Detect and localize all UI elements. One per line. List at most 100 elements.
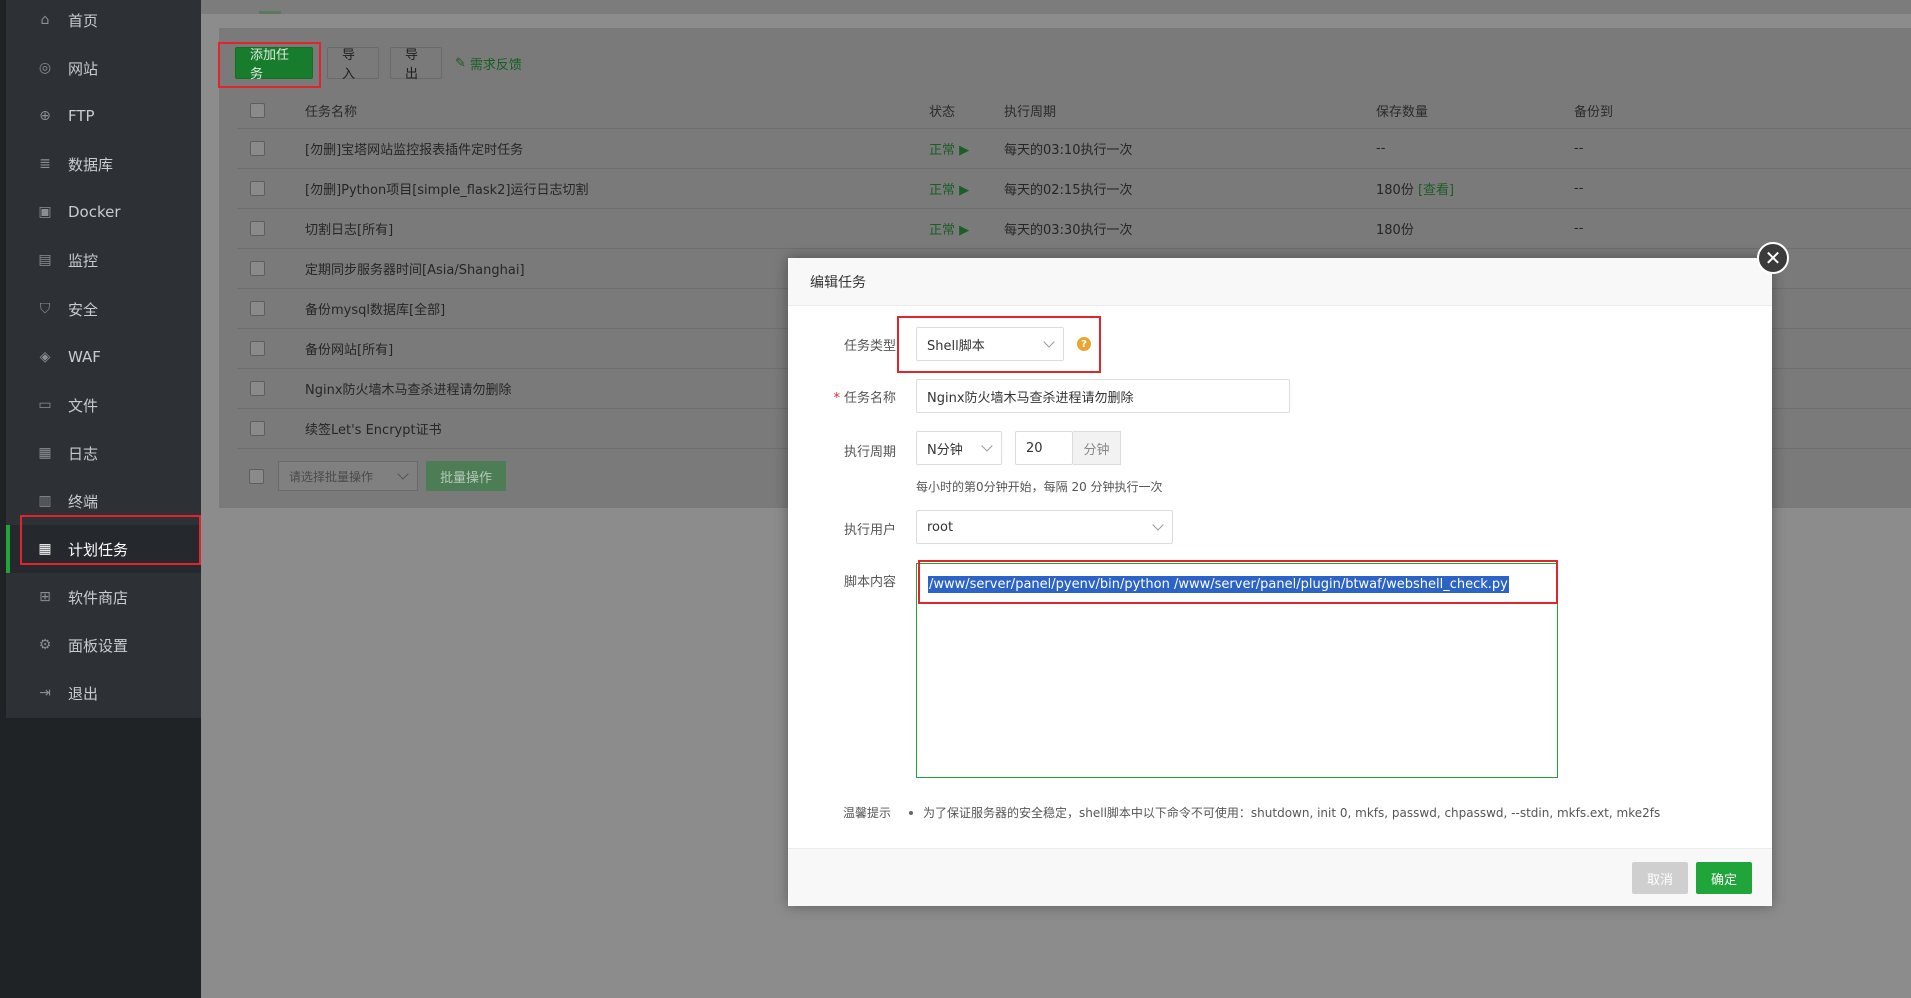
- header-backup: 备份到: [1574, 105, 1614, 120]
- tips: 温馨提示 为了保证服务器的安全稳定，shell脚本中以下命令不可使用：shutd…: [843, 804, 1660, 821]
- header-status: 状态: [929, 105, 956, 120]
- task-name: 切割日志[所有]: [305, 223, 394, 238]
- help-icon[interactable]: ?: [1077, 337, 1091, 351]
- row-checkbox[interactable]: [250, 221, 265, 236]
- docker-icon: ▣: [38, 204, 52, 220]
- sidebar-item-database[interactable]: ≣ 数据库: [6, 140, 201, 188]
- batch-operation-select[interactable]: 请选择批量操作: [278, 461, 418, 491]
- task-type-value: Shell脚本: [927, 338, 985, 354]
- globe-icon: ◎: [38, 60, 52, 76]
- task-type-select[interactable]: Shell脚本: [916, 327, 1064, 361]
- import-button[interactable]: 导入: [327, 47, 379, 82]
- chevron-down-icon: [1043, 336, 1055, 348]
- batch-select-all-checkbox[interactable]: [249, 468, 264, 484]
- script-textarea[interactable]: [916, 563, 1558, 778]
- chevron-down-icon: [1152, 519, 1164, 531]
- select-all-checkbox[interactable]: [250, 103, 265, 118]
- sidebar-item-ftp[interactable]: ⊕ FTP: [6, 92, 201, 140]
- sidebar-item-settings[interactable]: ⚙ 面板设置: [6, 621, 201, 669]
- row-checkbox[interactable]: [250, 141, 265, 156]
- feedback-link[interactable]: ✎ 需求反馈: [455, 54, 522, 73]
- sidebar-item-label: 退出: [68, 684, 99, 703]
- cancel-button[interactable]: 取消: [1632, 862, 1688, 894]
- cycle-minutes-input[interactable]: 20: [1015, 431, 1073, 465]
- sidebar-item-files[interactable]: ▭ 文件: [6, 381, 201, 429]
- add-task-button[interactable]: 添加任务: [235, 47, 313, 82]
- sidebar-item-docker[interactable]: ▣ Docker: [6, 188, 201, 236]
- row-checkbox[interactable]: [250, 341, 265, 356]
- table-header: 任务名称 状态 执行周期 保存数量 备份到: [237, 93, 1911, 129]
- cycle-type-value: N分钟: [927, 442, 963, 458]
- sidebar-item-waf[interactable]: ◈ WAF: [6, 333, 201, 381]
- user-select[interactable]: root: [916, 510, 1173, 544]
- sidebar-item-logs[interactable]: ▦ 日志: [6, 429, 201, 477]
- chevron-down-icon: [397, 468, 409, 480]
- chevron-down-icon: [981, 440, 993, 452]
- dialog-title: 编辑任务: [788, 258, 1772, 306]
- sidebar-item-logout[interactable]: ⇥ 退出: [6, 669, 201, 717]
- feedback-label: 需求反馈: [469, 57, 522, 73]
- sidebar-item-label: 终端: [68, 492, 99, 511]
- task-keep: 180份: [1376, 223, 1414, 238]
- task-name-label-text: 任务名称: [843, 391, 896, 406]
- task-backup: --: [1574, 181, 1584, 196]
- bullet-icon: [909, 810, 914, 815]
- table-row[interactable]: [勿删]宝塔网站监控报表插件定时任务 正常 ▶ 每天的03:10执行一次 -- …: [237, 129, 1911, 169]
- keep-count: 180份: [1376, 183, 1414, 198]
- logout-icon: ⇥: [39, 685, 51, 701]
- task-name-input[interactable]: Nginx防火墙木马查杀进程请勿删除: [916, 379, 1290, 413]
- task-type-label: 任务类型: [843, 339, 896, 354]
- sidebar-item-website[interactable]: ◎ 网站: [6, 44, 201, 92]
- sidebar: ⌂ 首页 ◎ 网站 ⊕ FTP ≣ 数据库 ▣ Docker ▤ 监控 ⛉ 安全 ◈ WAF ▭…: [0, 0, 201, 998]
- confirm-button[interactable]: 确定: [1696, 862, 1752, 894]
- task-keep: --: [1376, 141, 1386, 156]
- sidebar-item-label: 网站: [68, 59, 99, 78]
- cycle-unit: 分钟: [1073, 431, 1121, 465]
- status-badge[interactable]: 正常 ▶: [929, 219, 1004, 238]
- top-tabs: [201, 0, 1911, 14]
- task-backup: --: [1574, 141, 1584, 156]
- sidebar-item-home[interactable]: ⌂ 首页: [6, 0, 201, 44]
- task-name: [勿删]宝塔网站监控报表插件定时任务: [305, 143, 524, 158]
- sidebar-item-label: 日志: [68, 444, 99, 463]
- sidebar-item-cron[interactable]: ▦ 计划任务: [6, 525, 201, 573]
- table-row[interactable]: 切割日志[所有] 正常 ▶ 每天的03:30执行一次 180份 --: [237, 209, 1911, 249]
- task-cycle: 每天的03:30执行一次: [1004, 223, 1133, 238]
- sidebar-item-label: 监控: [68, 251, 99, 270]
- view-backups-link[interactable]: [查看]: [1418, 183, 1454, 198]
- tips-text: 为了保证服务器的安全稳定，shell脚本中以下命令不可使用：shutdown, …: [923, 806, 1661, 820]
- row-checkbox[interactable]: [250, 261, 265, 276]
- tab-indicator: [259, 11, 281, 14]
- status-badge[interactable]: 正常 ▶: [929, 179, 1004, 198]
- log-icon: ▦: [38, 445, 52, 461]
- waf-icon: ◈: [39, 349, 51, 365]
- task-backup: --: [1574, 221, 1584, 236]
- cycle-hint: 每小时的第0分钟开始，每隔 20 分钟执行一次: [916, 480, 1163, 494]
- table-row[interactable]: [勿删]Python项目[simple_flask2]运行日志切割 正常 ▶ 每…: [237, 169, 1911, 209]
- home-icon: ⌂: [40, 12, 50, 28]
- sidebar-item-terminal[interactable]: ▥ 终端: [6, 477, 201, 525]
- batch-bar: 请选择批量操作 批量操作: [249, 461, 507, 491]
- row-checkbox[interactable]: [250, 181, 265, 196]
- batch-operation-button[interactable]: 批量操作: [426, 461, 507, 491]
- cycle-type-select[interactable]: N分钟: [916, 431, 1002, 465]
- sidebar-item-label: 软件商店: [68, 588, 129, 607]
- sidebar-item-label: 计划任务: [68, 540, 129, 559]
- sidebar-item-security[interactable]: ⛉ 安全: [6, 285, 201, 333]
- sidebar-item-label: WAF: [68, 348, 101, 366]
- row-checkbox[interactable]: [250, 381, 265, 396]
- row-checkbox[interactable]: [250, 421, 265, 436]
- sidebar-item-label: FTP: [68, 107, 95, 125]
- sidebar-item-monitor[interactable]: ▤ 监控: [6, 236, 201, 284]
- gear-icon: ⚙: [38, 637, 52, 653]
- task-name-label: * 任务名称: [788, 387, 896, 406]
- dialog-close-button[interactable]: ✕: [1757, 242, 1789, 274]
- sidebar-item-store[interactable]: ⊞ 软件商店: [6, 573, 201, 621]
- required-mark: *: [833, 391, 840, 406]
- sidebar-item-label: 首页: [68, 11, 99, 30]
- export-button[interactable]: 导出: [390, 47, 442, 82]
- row-checkbox[interactable]: [250, 301, 265, 316]
- cycle-label: 执行周期: [843, 445, 896, 460]
- status-badge[interactable]: 正常 ▶: [929, 139, 1004, 158]
- edit-icon: ✎: [455, 55, 466, 71]
